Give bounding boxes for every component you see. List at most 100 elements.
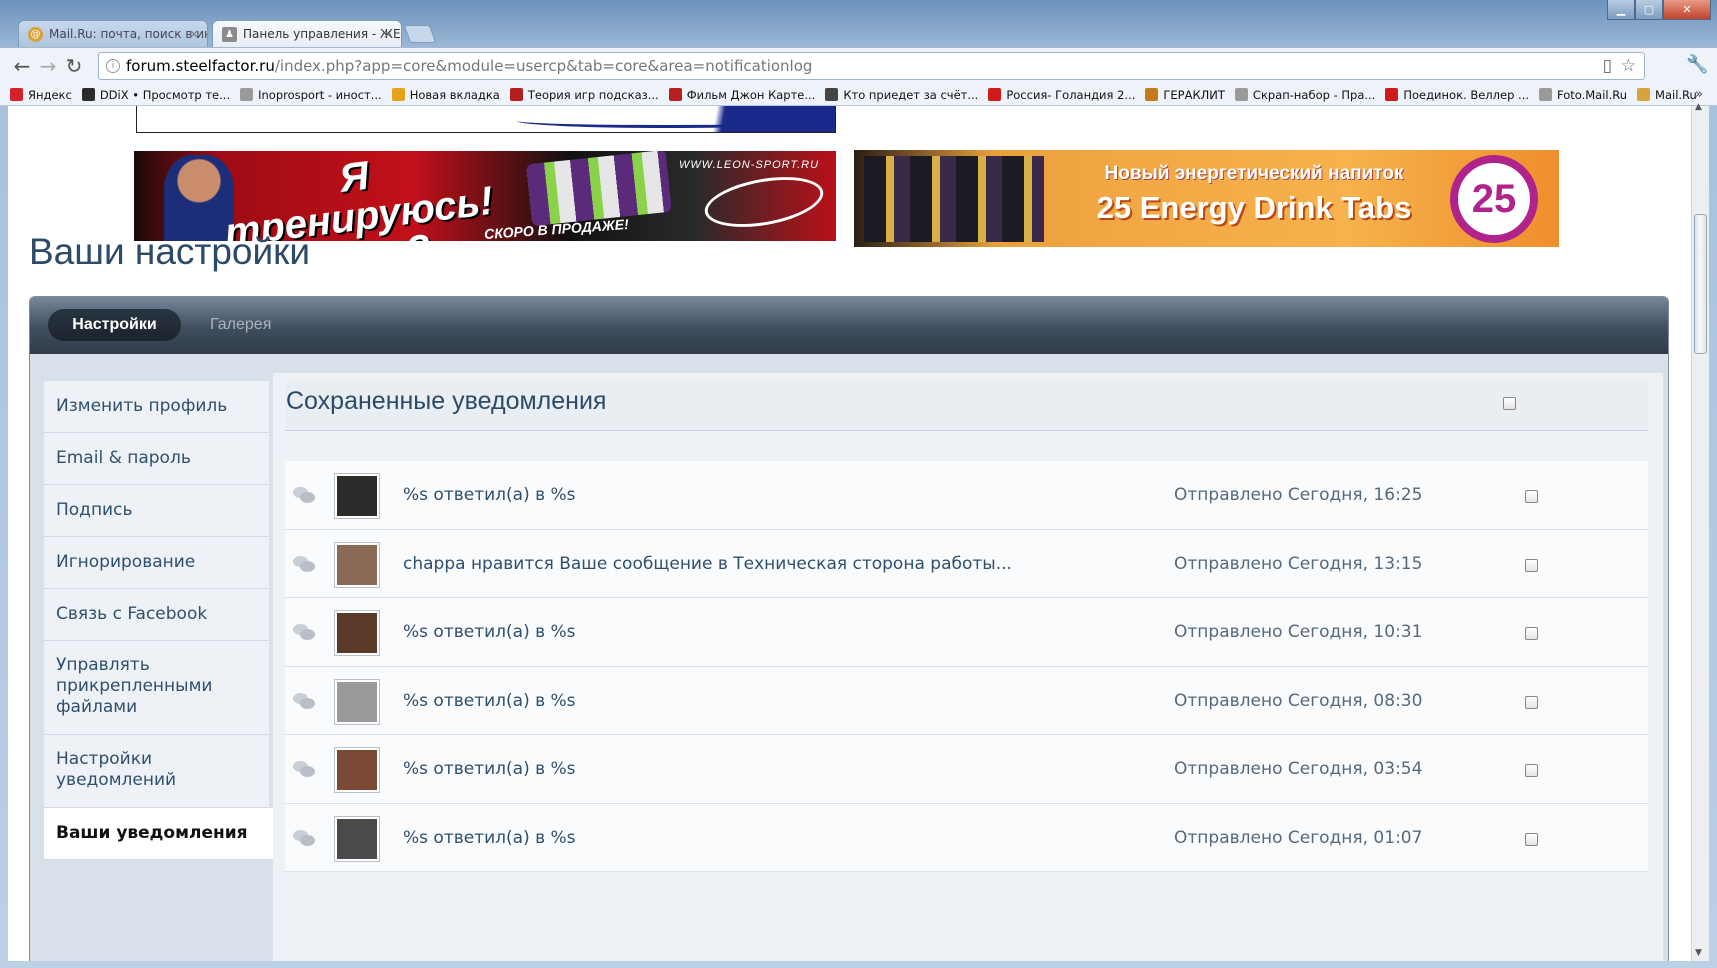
notification-link[interactable]: %s ответил(а) в %s (403, 804, 576, 872)
sidebar-item[interactable]: Подпись (44, 485, 269, 537)
bookmark-item[interactable]: Теория игр подсказ... (509, 84, 659, 105)
browser-window: @ Mail.Ru: почта, поиск в ин × ♟ Панель … (0, 0, 1717, 968)
sidebar-item[interactable]: Email & пароль (44, 433, 269, 485)
vertical-scrollbar[interactable]: ▲ ▼ (1691, 102, 1709, 961)
avatar[interactable] (334, 610, 380, 656)
page-viewport: Я тренируюсь! А ты? СКОРО В ПРОДАЖЕ! WWW… (8, 106, 1691, 961)
banner-site: WWW.LEON-SPORT.RU (679, 159, 820, 171)
new-tab-button[interactable] (403, 25, 437, 43)
bookmark-item[interactable]: ГЕРАКЛИТ (1145, 84, 1225, 105)
bookmark-favicon-icon (391, 88, 405, 101)
scroll-down-arrow[interactable]: ▼ (1695, 948, 1702, 958)
reload-button[interactable]: ↻ (62, 54, 86, 78)
notification-row: %s ответил(а) в %s Отправлено Сегодня, 03… (285, 735, 1648, 804)
avatar[interactable] (334, 473, 380, 519)
tab-strip: @ Mail.Ru: почта, поиск в ин × ♟ Панель … (0, 0, 1717, 47)
bookmark-favicon-icon (825, 88, 839, 101)
top-banner-right[interactable] (854, 106, 1559, 133)
bookmark-item[interactable]: Поединок. Веллер ... (1385, 84, 1529, 105)
bookmark-item[interactable]: Mail.Ru (1637, 84, 1697, 105)
panel-tab-bar: Настройки Галерея (30, 297, 1668, 354)
tab-title: Панель управления - ЖЕЛ (243, 27, 402, 41)
avatar[interactable] (334, 815, 380, 862)
notifications-section: Сохраненные уведомления %s ответил(а) в … (273, 373, 1663, 961)
close-tab-icon[interactable]: × (189, 21, 199, 47)
minimize-button[interactable]: ▁ (1607, 0, 1635, 20)
notification-checkbox[interactable] (1525, 695, 1538, 709)
browser-toolbar: ← → ↻ i forum.steelfactor.ru/index.php?a… (0, 47, 1717, 84)
tab-control-panel[interactable]: ♟ Панель управления - ЖЕЛ × (212, 20, 402, 47)
notification-link[interactable]: %s ответил(а) в %s (403, 667, 576, 735)
bookmark-item[interactable]: Фильм Джон Карте... (668, 84, 815, 105)
notification-link[interactable]: %s ответил(а) в %s (403, 461, 576, 529)
drink-products-image (864, 156, 1044, 242)
tab-gallery[interactable]: Галерея (210, 309, 271, 341)
sidebar-item[interactable]: Ваши уведомления (44, 808, 273, 860)
back-button[interactable]: ← (10, 54, 34, 78)
notification-checkbox[interactable] (1525, 764, 1538, 777)
bookmark-item[interactable]: Яндекс (10, 84, 72, 105)
speech-bubbles-icon (293, 555, 315, 573)
close-tab-icon[interactable]: × (383, 21, 393, 47)
scrollbar-thumb[interactable] (1694, 214, 1707, 354)
notification-row: %s ответил(а) в %s Отправлено Сегодня, 01… (285, 803, 1648, 872)
banner-line1: Новый энергетический напиток (1104, 163, 1404, 184)
notification-link[interactable]: %s ответил(а) в %s (403, 598, 576, 666)
notification-date: Отправлено Сегодня, 16:25 (1174, 485, 1423, 505)
notification-row: chappa нравится Ваше сообщение в Техниче… (285, 529, 1648, 598)
page-icon[interactable]: ▯ (1603, 56, 1612, 76)
avatar[interactable] (334, 747, 380, 793)
bookmark-favicon-icon (1637, 88, 1651, 101)
notification-checkbox[interactable] (1525, 558, 1538, 572)
forward-button[interactable]: → (36, 54, 60, 78)
notification-date: Отправлено Сегодня, 10:31 (1174, 622, 1423, 642)
settings-panel: Настройки Галерея Изменить профиль Email … (29, 296, 1669, 961)
bookmark-item[interactable]: Новая вкладка (391, 84, 500, 105)
url-text[interactable]: forum.steelfactor.ru/index.php?app=core&… (126, 53, 812, 79)
notifications-header: Сохраненные уведомления (285, 381, 1648, 431)
forum-favicon-icon: ♟ (222, 27, 237, 42)
tab-mail[interactable]: @ Mail.Ru: почта, поиск в ин × (18, 20, 208, 47)
window-controls: ▁ ▢ ✕ (1607, 0, 1711, 22)
notification-checkbox[interactable] (1525, 490, 1538, 503)
bookmark-item[interactable]: DDiX • Просмотр те... (81, 84, 230, 105)
bookmark-item[interactable]: Кто приедет за счёт... (825, 84, 978, 105)
notification-link[interactable]: chappa нравится Ваше сообщение в Техниче… (403, 530, 1012, 598)
sidebar-item[interactable]: Игнорирование (44, 537, 269, 589)
bookmark-favicon-icon (1145, 88, 1159, 101)
page-title: Ваши настройки (29, 231, 311, 272)
notification-checkbox[interactable] (1525, 627, 1538, 640)
sidebar-item[interactable]: Связь с Facebook (44, 589, 269, 641)
section-title: Сохраненные уведомления (286, 387, 607, 415)
avatar[interactable] (334, 678, 380, 725)
notifications-list: %s ответил(а) в %s Отправлено Сегодня, 16… (285, 461, 1648, 872)
scroll-up-arrow[interactable]: ▲ (1695, 102, 1702, 112)
banner-headline: Я тренируюсь! А ты? (222, 153, 496, 241)
notification-row: %s ответил(а) в %s Отправлено Сегодня, 16… (285, 461, 1648, 530)
top-banner-left[interactable] (136, 106, 836, 133)
bookmark-item[interactable]: Inoprosport - иност... (240, 84, 382, 105)
bookmark-favicon-icon (668, 88, 682, 101)
sidebar-item[interactable]: Изменить профиль (44, 381, 269, 433)
wrench-menu-icon[interactable]: 🔧 (1686, 54, 1708, 75)
notification-checkbox[interactable] (1525, 832, 1538, 846)
bookmark-item[interactable]: Россия- Голандия 2... (988, 84, 1135, 105)
sidebar-item[interactable]: Настройки уведомлений (44, 735, 269, 808)
close-window-button[interactable]: ✕ (1663, 0, 1711, 20)
address-bar[interactable]: i forum.steelfactor.ru/index.php?app=cor… (98, 52, 1645, 80)
select-all-checkbox[interactable] (1503, 397, 1516, 410)
maximize-button[interactable]: ▢ (1635, 0, 1663, 20)
bookmark-favicon-icon (1385, 88, 1399, 101)
bookmark-star-icon[interactable]: ☆ (1621, 56, 1636, 76)
bookmark-item[interactable]: Скрап-набор - Пра... (1234, 84, 1375, 105)
bookmark-favicon-icon (10, 88, 23, 101)
energy-drink-ad-banner[interactable]: Новый энергетический напиток 25 Energy D… (854, 150, 1559, 247)
bookmark-item[interactable]: Foto.Mail.Ru (1539, 84, 1627, 105)
notification-link[interactable]: %s ответил(а) в %s (403, 735, 576, 803)
sidebar-item[interactable]: Управлять прикрепленными файлами (44, 641, 269, 735)
tab-settings[interactable]: Настройки (48, 309, 181, 341)
bookmark-favicon-icon (81, 88, 95, 101)
training-ad-banner[interactable]: Я тренируюсь! А ты? СКОРО В ПРОДАЖЕ! WWW… (134, 151, 836, 241)
avatar[interactable] (334, 541, 380, 588)
banner-line2: 25 Energy Drink Tabs (1096, 190, 1412, 225)
